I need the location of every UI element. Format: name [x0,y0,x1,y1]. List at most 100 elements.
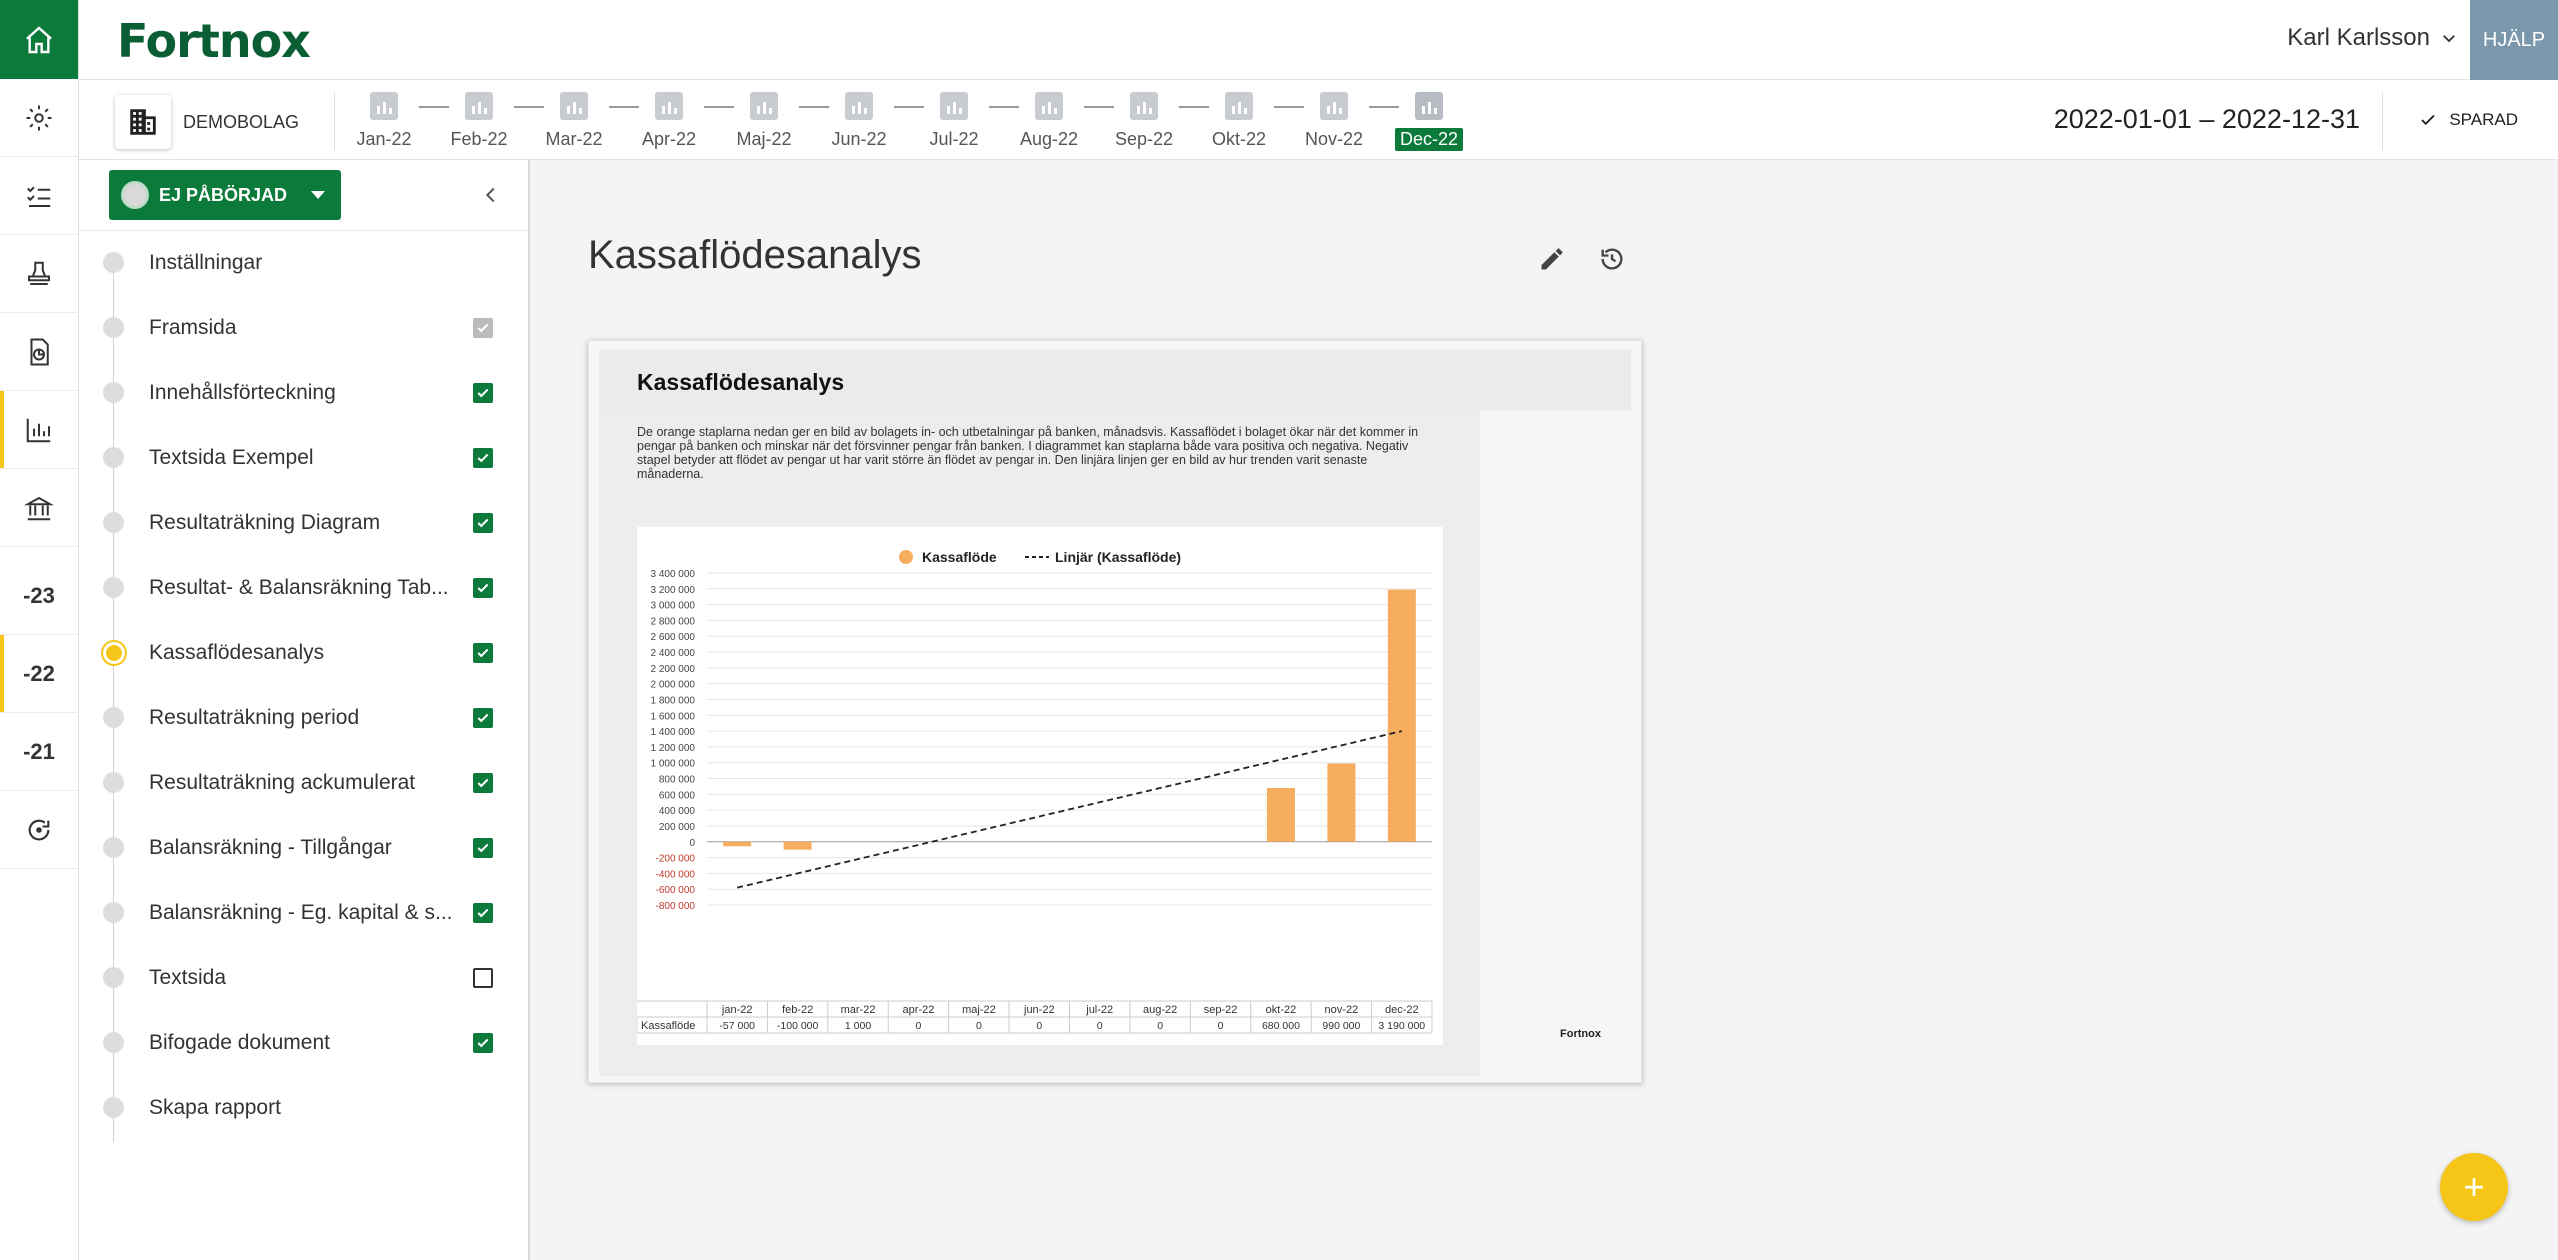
step-item[interactable]: Resultaträkning ackumulerat [79,750,528,815]
step-checkbox[interactable] [473,1032,493,1053]
step-item[interactable]: Innehållsförteckning [79,360,528,425]
status-dropdown[interactable]: EJ PÅBÖRJAD [109,170,341,220]
step-item[interactable]: Resultaträkning Diagram [79,490,528,555]
history-button[interactable] [1598,245,1626,273]
month-chart-icon [1035,92,1063,120]
checklist-button[interactable] [0,157,78,235]
month-item[interactable]: Jun-22 [824,92,894,151]
month-label: Okt-22 [1211,129,1267,149]
x-tick-label: feb-22 [782,1004,813,1016]
step-item[interactable]: Framsida [79,295,528,360]
step-checkbox[interactable] [473,902,493,923]
y-tick-label: 1 400 000 [651,727,696,738]
step-checkbox[interactable] [473,577,493,598]
step-status-dot [103,317,124,338]
month-item[interactable]: Apr-22 [634,92,704,151]
report-doc-button[interactable] [0,313,78,391]
month-chart-icon [560,92,588,120]
month-label: Jun-22 [831,129,887,149]
x-tick-label: apr-22 [903,1004,935,1016]
month-item[interactable]: Nov-22 [1299,92,1369,151]
step-checkbox[interactable] [473,837,493,858]
step-checkbox[interactable] [473,967,493,988]
charts-button[interactable] [0,391,78,469]
month-item[interactable]: Okt-22 [1204,92,1274,151]
caret-down-icon [311,191,326,199]
month-chart-icon [1415,92,1443,120]
home-button[interactable] [0,0,78,79]
step-item[interactable]: Balansräkning - Eg. kapital & s... [79,880,528,945]
year-item-23[interactable]: -23 [0,557,78,635]
year-item-21[interactable]: -21 [0,713,78,791]
step-item[interactable]: Textsida [79,945,528,1010]
stamp-button[interactable] [0,235,78,313]
table-value: 0 [916,1020,922,1032]
company-name: DEMOBOLAG [183,111,300,132]
x-tick-label: jul-22 [1085,1004,1113,1016]
y-tick-label: 2 800 000 [651,616,696,627]
table-value: 0 [1218,1020,1224,1032]
bar-kassaflode [1327,763,1356,842]
y-tick-label: 2 400 000 [651,648,696,659]
step-checkbox[interactable] [473,772,493,793]
preview-title: Kassaflödesanalys [637,369,845,395]
step-status-dot [103,512,124,533]
month-item[interactable]: Feb-22 [444,92,514,151]
step-item[interactable]: Resultaträkning period [79,685,528,750]
month-label: Jul-22 [929,129,979,149]
year-item-22[interactable]: -22 [0,635,78,713]
status-icon [121,181,149,209]
x-tick-label: sep-22 [1204,1004,1238,1016]
rail-separator [0,547,78,557]
y-tick-label: 2 200 000 [651,664,696,675]
settings-button[interactable] [0,79,78,157]
user-menu[interactable]: Karl Karlsson [2287,24,2458,52]
legend-marker-kassaflode [899,550,913,564]
month-item[interactable]: Jan-22 [349,92,419,151]
checklist-icon [27,186,51,207]
step-item[interactable]: Skapa rapport [79,1075,528,1140]
step-item[interactable]: Balansräkning - Tillgångar [79,815,528,880]
table-value: -57 000 [719,1020,755,1032]
month-item[interactable]: Sep-22 [1109,92,1179,151]
refresh-icon [28,819,50,840]
bar-kassaflode [783,841,812,850]
step-checkbox[interactable] [473,447,493,468]
month-item[interactable]: Jul-22 [919,92,989,151]
y-tick-label: 2 600 000 [651,632,696,643]
step-item[interactable]: Kassaflödesanalys [79,620,528,685]
step-checkbox[interactable] [473,642,493,663]
help-button[interactable]: HJÄLP [2470,0,2558,80]
month-item[interactable]: Maj-22 [729,92,799,151]
x-tick-label: okt-22 [1266,1004,1297,1016]
status-label: EJ PÅBÖRJAD [159,184,288,205]
month-item[interactable]: Dec-22 [1394,92,1464,151]
chevron-left-icon [485,187,495,203]
y-tick-label: 0 [689,838,695,849]
refresh-button[interactable] [0,791,78,869]
step-item[interactable]: Textsida Exempel [79,425,528,490]
y-tick-label: -800 000 [656,901,696,912]
company-selector[interactable]: DEMOBOLAG [115,95,299,149]
y-tick-label: -600 000 [656,885,696,896]
brand-logo[interactable]: Fortnox [117,14,311,68]
collapse-panel-button[interactable] [480,182,502,213]
document-chart-icon [30,338,49,365]
month-item[interactable]: Aug-22 [1014,92,1084,151]
step-checkbox[interactable] [473,707,493,728]
month-item[interactable]: Mar-22 [539,92,609,151]
table-value: 0 [1097,1020,1103,1032]
bank-button[interactable] [0,469,78,547]
step-checkbox[interactable] [473,512,493,533]
add-button[interactable]: + [2440,1153,2508,1221]
step-item[interactable]: Resultat- & Balansräkning Tab... [79,555,528,620]
step-checkbox [473,317,493,338]
cashflow-chart: Kassaflöde Linjär (Kassaflöde) -800 000 -60… [636,549,1433,1034]
table-value: 1 000 [845,1020,871,1032]
report-page-preview[interactable]: Kassaflödesanalys De orange staplarna ne… [588,340,1642,1083]
step-item[interactable]: Inställningar [79,230,528,295]
step-checkbox[interactable] [473,382,493,403]
edit-button[interactable] [1538,245,1566,273]
month-chart-icon [940,92,968,120]
step-item[interactable]: Bifogade dokument [79,1010,528,1075]
